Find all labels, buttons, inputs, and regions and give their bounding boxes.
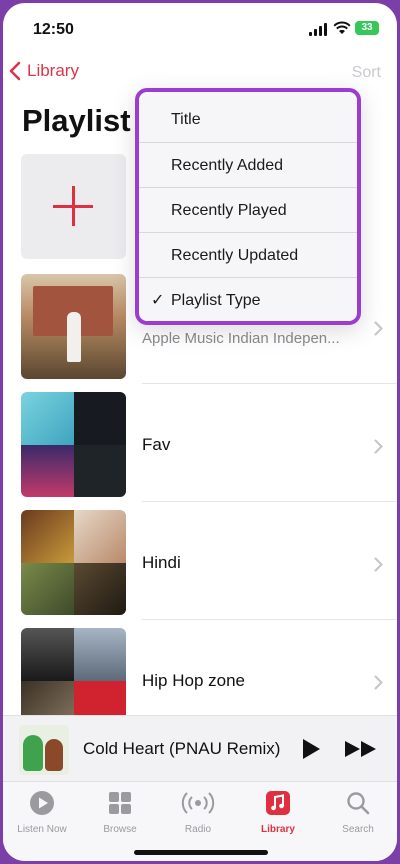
checkmark-icon: ✓ — [151, 292, 165, 309]
cellular-signal-icon — [309, 23, 327, 36]
tab-bar: Listen Now Browse Radio Library Search — [3, 781, 397, 861]
tab-listen-now[interactable]: Listen Now — [3, 788, 81, 835]
playlist-name: Hip Hop zone — [142, 671, 246, 690]
playlist-artwork — [21, 510, 126, 615]
sort-option-title[interactable]: Title — [139, 97, 357, 142]
fast-forward-icon[interactable] — [344, 740, 378, 758]
sort-menu: Title Recently Added Recently Played Rec… — [135, 88, 361, 325]
page-title: Playlist — [22, 103, 131, 138]
wifi-icon — [333, 21, 351, 34]
tab-browse[interactable]: Browse — [81, 788, 159, 835]
now-playing-artwork — [19, 725, 69, 775]
sort-option-recently-added[interactable]: Recently Added — [139, 142, 357, 187]
search-icon — [347, 792, 370, 815]
back-button[interactable]: Library — [9, 61, 79, 81]
now-playing-title: Cold Heart (PNAU Remix) — [83, 739, 281, 758]
new-playlist-button[interactable] — [21, 154, 126, 259]
music-note-icon — [266, 791, 290, 815]
battery-indicator: 33 — [355, 21, 379, 35]
tab-radio[interactable]: Radio — [159, 788, 237, 835]
tab-search[interactable]: Search — [319, 788, 397, 835]
playlist-name: Hindi — [142, 553, 181, 572]
chevron-right-icon — [374, 439, 383, 454]
grid-icon — [109, 792, 131, 814]
app-screen: 12:50 33 Library Sort Playlist Apple Mus… — [3, 3, 397, 861]
back-label: Library — [27, 61, 79, 80]
radio-waves-icon — [181, 792, 215, 814]
playlist-artwork — [21, 274, 126, 379]
chevron-right-icon — [374, 321, 383, 336]
playlist-row[interactable]: Fav — [3, 392, 397, 502]
chevron-left-icon — [9, 61, 21, 81]
playlist-artwork — [21, 392, 126, 497]
playlist-name: Fav — [142, 435, 171, 454]
sort-option-playlist-type[interactable]: ✓ Playlist Type — [139, 277, 357, 322]
play-icon[interactable] — [301, 738, 321, 760]
sort-option-recently-played[interactable]: Recently Played — [139, 187, 357, 232]
status-bar: 12:50 33 — [3, 3, 397, 53]
playlist-row[interactable]: Hindi — [3, 510, 397, 620]
tab-library[interactable]: Library — [239, 788, 317, 835]
sort-button[interactable]: Sort — [352, 64, 381, 82]
mini-player[interactable]: Cold Heart (PNAU Remix) — [3, 715, 397, 781]
home-indicator — [134, 850, 268, 855]
sort-option-recently-updated[interactable]: Recently Updated — [139, 232, 357, 277]
status-time: 12:50 — [33, 21, 74, 38]
chevron-right-icon — [374, 557, 383, 572]
chevron-right-icon — [374, 675, 383, 690]
play-circle-icon — [30, 791, 54, 815]
playlist-subtitle: Apple Music Indian Indepen... — [142, 330, 340, 347]
